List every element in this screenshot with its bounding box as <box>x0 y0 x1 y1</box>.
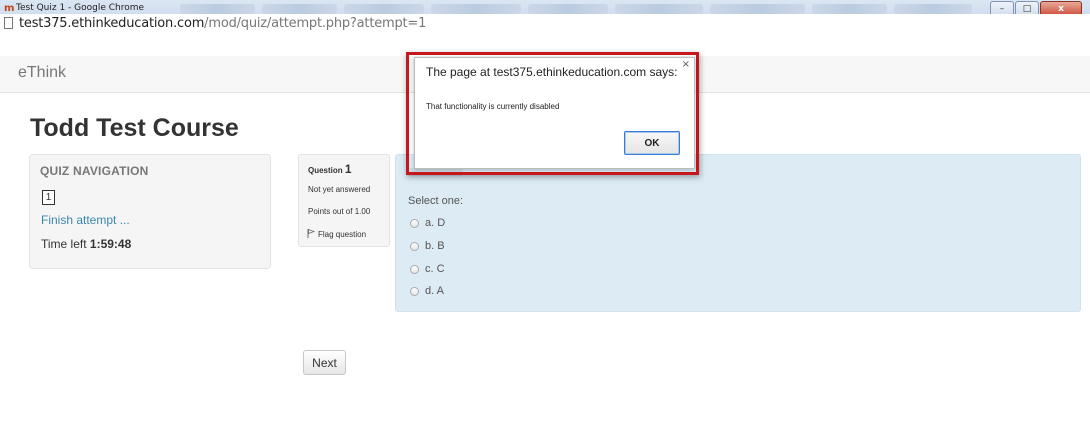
url-host: test375.ethinkeducation.com <box>19 16 205 31</box>
url-text[interactable]: test375.ethinkeducation.com/mod/quiz/att… <box>19 16 426 31</box>
url-path: /mod/quiz/attempt.php?attempt=1 <box>204 16 427 31</box>
quiz-navigation-block: QUIZ NAVIGATION 1 Finish attempt ... Tim… <box>29 154 271 269</box>
alert-dialog: The page at test375.ethinkeducation.com … <box>414 57 695 169</box>
moodle-icon: m <box>4 3 15 14</box>
page-title: Todd Test Course <box>30 114 239 142</box>
ok-button[interactable]: OK <box>624 131 680 155</box>
answer-label: b. B <box>425 240 445 252</box>
answer-option-a[interactable]: a. D <box>410 217 445 229</box>
site-brand-link[interactable]: eThink <box>18 64 66 82</box>
background-tab[interactable] <box>344 4 424 14</box>
answer-label: d. A <box>425 285 444 297</box>
background-tab[interactable] <box>431 4 521 14</box>
radio-button[interactable] <box>410 264 419 274</box>
question-nav-button-1[interactable]: 1 <box>42 190 55 205</box>
background-tab[interactable] <box>262 4 337 14</box>
time-left: Time left 1:59:48 <box>41 237 131 251</box>
flag-icon <box>307 229 315 238</box>
radio-button[interactable] <box>410 218 419 228</box>
answer-label: c. C <box>425 263 445 275</box>
radio-button[interactable] <box>410 241 419 251</box>
question-label: Question <box>308 166 345 175</box>
time-left-label: Time left <box>41 237 90 251</box>
question-content: Select one: a. D b. B c. C d. A <box>395 154 1081 312</box>
quiz-navigation-title: QUIZ NAVIGATION <box>40 164 149 178</box>
time-left-value: 1:59:48 <box>89 237 132 251</box>
address-bar[interactable]: test375.ethinkeducation.com/mod/quiz/att… <box>0 14 1090 35</box>
dialog-title: The page at test375.ethinkeducation.com … <box>426 65 678 79</box>
answer-label: a. D <box>425 217 446 229</box>
page-icon <box>4 17 13 29</box>
close-icon[interactable]: × <box>682 59 690 70</box>
question-state: Not yet answered <box>308 185 371 194</box>
flag-question-toggle[interactable]: Flag question <box>307 228 366 239</box>
answer-option-d[interactable]: d. A <box>410 285 444 297</box>
background-tab[interactable] <box>615 4 703 14</box>
background-tab[interactable] <box>894 4 972 14</box>
select-one-label: Select one: <box>408 195 464 207</box>
window-title: Test Quiz 1 - Google Chrome <box>16 3 145 13</box>
flag-question-label: Flag question <box>318 230 367 239</box>
background-tab[interactable] <box>812 4 887 14</box>
question-number: Question 1 <box>308 162 352 176</box>
question-info-panel: Question 1 Not yet answered Points out o… <box>298 154 390 247</box>
answer-option-c[interactable]: c. C <box>410 263 445 275</box>
next-button[interactable]: Next <box>303 350 346 375</box>
dialog-message: That functionality is currently disabled <box>426 102 560 111</box>
background-tab[interactable] <box>528 4 608 14</box>
background-tab[interactable] <box>180 4 255 14</box>
finish-attempt-link[interactable]: Finish attempt ... <box>41 213 130 227</box>
answer-option-b[interactable]: b. B <box>410 240 445 252</box>
question-number-value: 1 <box>344 162 352 176</box>
question-grade: Points out of 1.00 <box>308 207 371 216</box>
radio-button[interactable] <box>410 286 419 296</box>
background-tab[interactable] <box>710 4 805 14</box>
